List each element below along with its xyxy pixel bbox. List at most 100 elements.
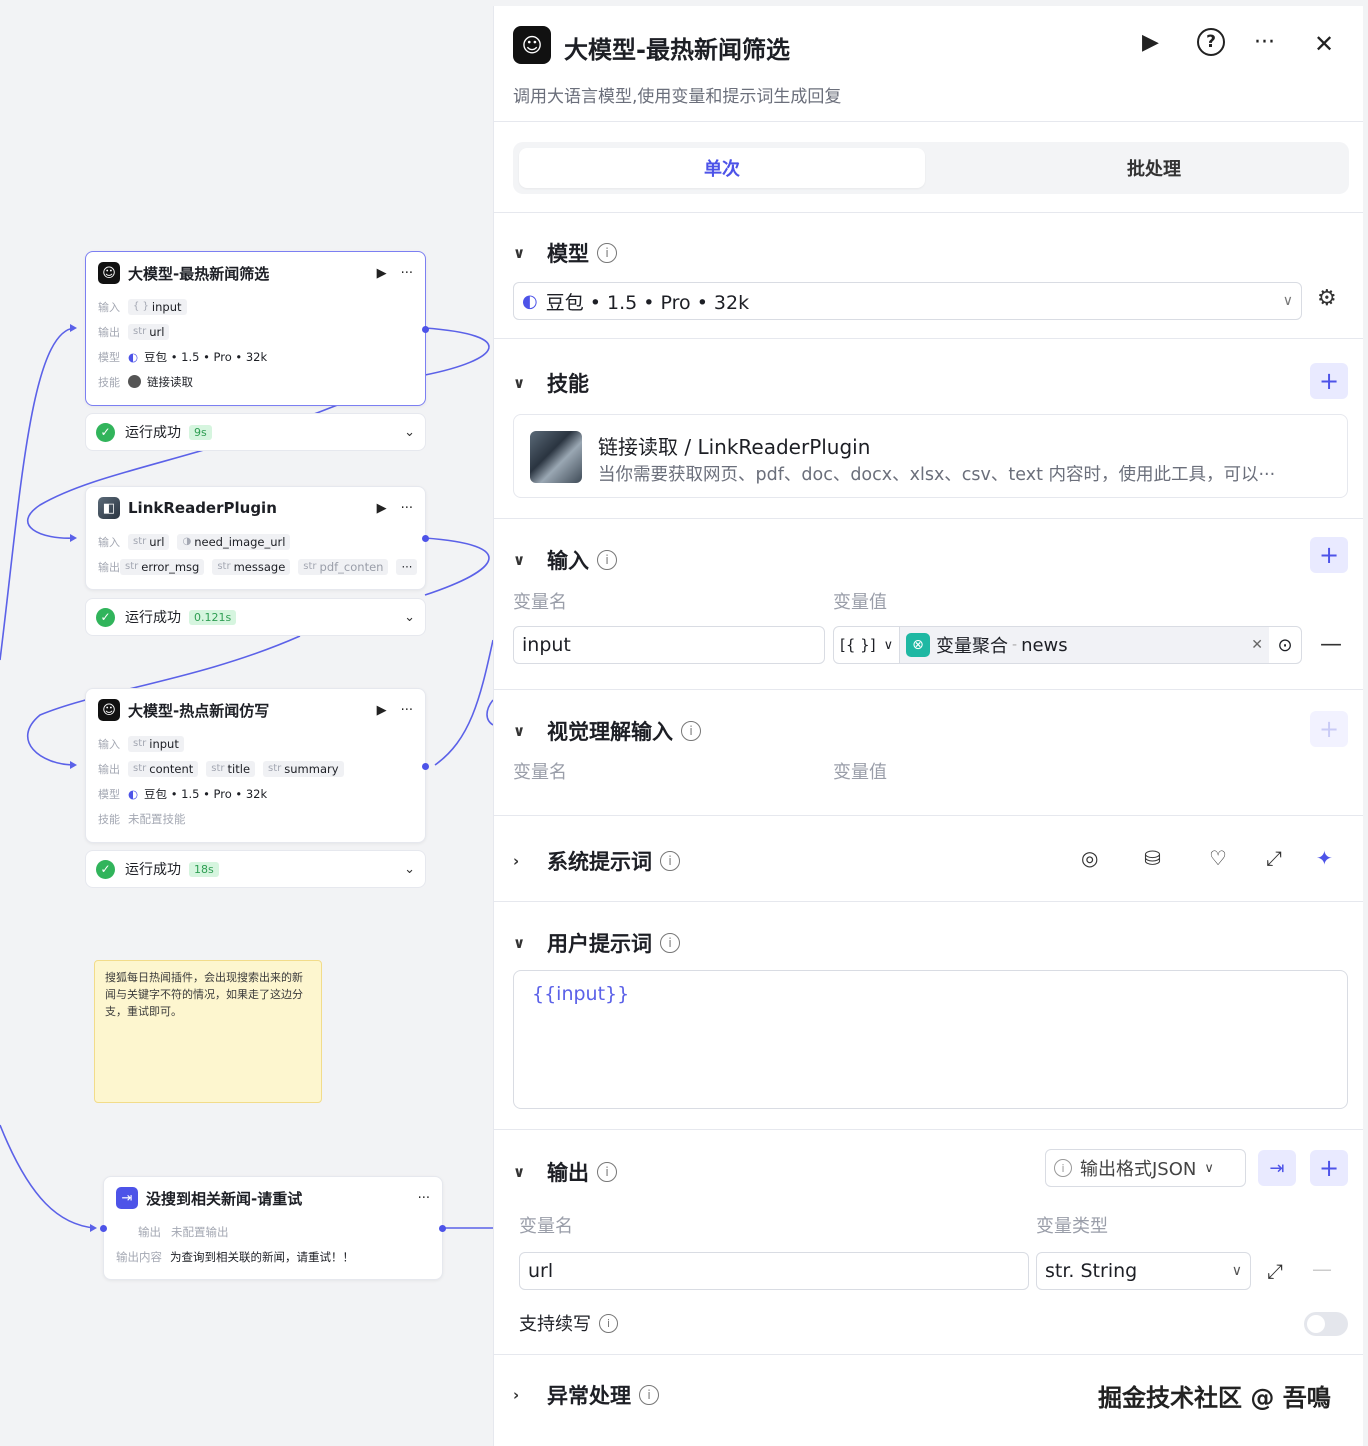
input-var-value-field[interactable]: [{ }] ∨ ⊗ 变量聚合 - news ✕ ⊙	[833, 626, 1302, 664]
output-port[interactable]	[422, 535, 429, 542]
output-port[interactable]	[422, 326, 429, 333]
section-title: 输入	[547, 549, 589, 573]
more-icon[interactable]: ···	[401, 703, 413, 718]
ref-node-name: 变量聚合	[936, 636, 1008, 657]
row-label: 输出	[98, 325, 120, 339]
panel-title[interactable]: 大模型-最热新闻筛选	[564, 30, 790, 65]
type-badge: str	[217, 561, 231, 572]
output-var-name-field[interactable]: url	[519, 1252, 1029, 1290]
section-system-prompt[interactable]: › 系统提示词 i	[513, 846, 680, 876]
output-content: 为查询到相关联的新闻，请重试！！	[170, 1249, 354, 1264]
info-icon[interactable]: i	[597, 1162, 617, 1182]
expand-icon[interactable]: ⤢	[1266, 846, 1282, 870]
gear-icon[interactable]: ⚙	[1317, 286, 1337, 311]
chevron-down-icon[interactable]: ∨	[513, 244, 547, 262]
row-label: 输入	[98, 535, 120, 549]
section-exception[interactable]: › 异常处理 i	[513, 1380, 659, 1410]
watermark: 掘金技术社区 @ 吾鳴	[1098, 1384, 1331, 1412]
skill-card[interactable]: 链接读取 / LinkReaderPlugin 当你需要获取网页、pdf、doc…	[513, 414, 1348, 498]
run-icon[interactable]: ▶	[1142, 30, 1159, 55]
section-model[interactable]: ∨ 模型 i	[513, 238, 617, 268]
variable-reference[interactable]: ⊗ 变量聚合 - news ✕	[900, 627, 1269, 663]
section-skills[interactable]: ∨ 技能	[513, 368, 589, 398]
chevron-down-icon[interactable]: ∨	[513, 374, 547, 392]
node-status-bar[interactable]: ✓ 运行成功 18s ⌄	[85, 850, 426, 888]
compass-icon[interactable]: ◎	[1081, 846, 1098, 870]
output-format-select[interactable]: i 输出格式JSON ∨	[1045, 1149, 1246, 1187]
close-icon[interactable]: ✕	[1314, 30, 1334, 58]
param-name: content	[149, 761, 194, 776]
param-name: error_msg	[141, 559, 200, 574]
continue-writing-toggle[interactable]	[1304, 1312, 1348, 1336]
add-skill-button[interactable]: +	[1310, 363, 1348, 399]
success-check-icon: ✓	[96, 607, 115, 627]
import-output-button[interactable]: ⇥	[1258, 1150, 1296, 1186]
run-icon[interactable]: ▶	[377, 266, 387, 281]
run-icon[interactable]: ▶	[377, 703, 387, 718]
remove-input-icon[interactable]: —	[1320, 632, 1342, 657]
input-port[interactable]	[100, 1225, 107, 1232]
node-no-news-retry[interactable]: ⇥ 没搜到相关新闻-请重试 ··· 输出 未配置输出 输出内容 为查询到相关联的…	[100, 1176, 446, 1280]
run-icon[interactable]: ▶	[377, 501, 387, 516]
ai-sparkle-icon[interactable]: ✦	[1316, 846, 1333, 870]
add-input-button[interactable]: +	[1310, 537, 1348, 573]
expand-icon[interactable]: ⤢	[1267, 1259, 1283, 1283]
info-icon[interactable]: i	[597, 550, 617, 570]
more-params-badge[interactable]: ···	[396, 558, 418, 575]
user-prompt-editor[interactable]: {{input}}	[513, 970, 1348, 1109]
tab-batch[interactable]: 批处理	[949, 148, 1359, 188]
output-value: 未配置输出	[171, 1224, 229, 1239]
info-icon[interactable]: i	[660, 851, 680, 871]
output-port[interactable]	[422, 763, 429, 770]
node-llm-hot-news-rewrite[interactable]: ☺ 大模型-热点新闻仿写 ▶ ··· 输入 str input 输出 str con…	[85, 688, 429, 843]
node-llm-hot-news-filter[interactable]: ☺ 大模型-最热新闻筛选 ▶ ··· 输入 { } input 输出 str url…	[85, 251, 429, 406]
chevron-down-icon[interactable]: ∨	[513, 934, 547, 952]
section-user-prompt[interactable]: ∨ 用户提示词 i	[513, 928, 680, 958]
plugin-thumbnail	[530, 431, 582, 483]
prompt-library-icon[interactable]: ⛁	[1144, 846, 1161, 870]
add-vision-input-button[interactable]: +	[1310, 711, 1348, 747]
chevron-down-icon[interactable]: ∨	[513, 551, 547, 569]
more-icon[interactable]: ···	[1254, 30, 1275, 55]
chevron-down-icon[interactable]: ⌄	[404, 425, 415, 440]
doubao-model-icon: ◐	[128, 349, 139, 364]
node-link-reader-plugin[interactable]: ◧ LinkReaderPlugin ▶ ··· 输入 str url ◑ need…	[85, 486, 429, 590]
output-port[interactable]	[439, 1225, 446, 1232]
workflow-canvas[interactable]: ☺ 大模型-最热新闻筛选 ▶ ··· 输入 { } input 输出 str url…	[0, 0, 493, 1446]
clear-icon[interactable]: ✕	[1251, 637, 1263, 653]
section-output[interactable]: ∨ 输出 i	[513, 1157, 617, 1187]
variable-picker-icon[interactable]: ⊙	[1269, 635, 1301, 656]
info-icon[interactable]: i	[681, 721, 701, 741]
chevron-right-icon[interactable]: ›	[513, 852, 547, 870]
col-header-name: 变量名	[513, 592, 567, 613]
chevron-down-icon[interactable]: ∨	[513, 1163, 547, 1181]
input-var-name-field[interactable]: input	[513, 626, 825, 664]
more-icon[interactable]: ···	[401, 501, 413, 516]
section-input[interactable]: ∨ 输入 i	[513, 545, 617, 575]
info-icon[interactable]: i	[660, 933, 680, 953]
info-icon[interactable]: i	[597, 243, 617, 263]
model-select[interactable]: ◐ 豆包 • 1.5 • Pro • 32k ∨	[513, 282, 1302, 320]
chevron-down-icon[interactable]: ⌄	[404, 610, 415, 625]
info-icon[interactable]: i	[599, 1313, 618, 1333]
section-vision-input[interactable]: ∨ 视觉理解输入 i	[513, 716, 701, 746]
node-status-bar[interactable]: ✓ 运行成功 9s ⌄	[85, 413, 426, 451]
output-var-type-select[interactable]: str. String ∨	[1036, 1252, 1251, 1290]
chevron-down-icon: ∨	[1231, 1263, 1242, 1279]
help-icon[interactable]: ?	[1197, 28, 1225, 56]
comment-note[interactable]: 搜狐每日热闻插件，会出现搜索出来的新闻与关键字不符的情况，如果走了这边分支，重试…	[94, 960, 322, 1103]
chevron-down-icon[interactable]: ∨	[513, 722, 547, 740]
info-icon[interactable]: i	[639, 1385, 659, 1405]
status-text: 运行成功	[125, 610, 181, 626]
success-check-icon: ✓	[96, 422, 115, 442]
chevron-right-icon[interactable]: ›	[513, 1386, 547, 1404]
add-output-button[interactable]: +	[1310, 1150, 1348, 1186]
more-icon[interactable]: ···	[418, 1191, 430, 1206]
variable-type-select[interactable]: [{ }] ∨	[834, 627, 900, 663]
tab-single[interactable]: 单次	[519, 148, 925, 188]
chevron-down-icon[interactable]: ⌄	[404, 862, 415, 877]
more-icon[interactable]: ···	[401, 266, 413, 281]
lightbulb-icon[interactable]: ♡	[1209, 846, 1227, 870]
node-status-bar[interactable]: ✓ 运行成功 0.121s ⌄	[85, 598, 426, 636]
panel-description[interactable]: 调用大语言模型,使用变量和提示词生成回复	[513, 82, 841, 107]
